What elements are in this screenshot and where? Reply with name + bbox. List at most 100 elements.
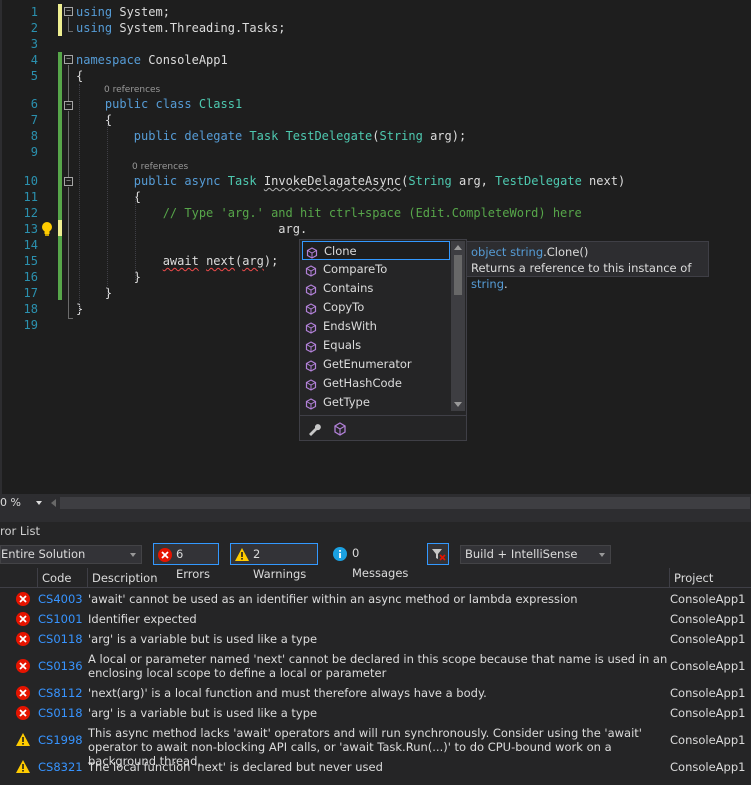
fold-toggle-method[interactable]: − (64, 177, 73, 186)
completion-list[interactable]: Clone CompareTo Contains CopyTo EndsWith Equa… (299, 239, 467, 441)
table-row[interactable]: CS0136 A local or parameter named 'next' … (0, 649, 751, 683)
zoom-level[interactable]: 0 % (0, 494, 21, 512)
method-icon (305, 378, 317, 391)
filter-clear-icon (432, 549, 446, 561)
code-text[interactable]: using System.Threading.Tasks; (76, 20, 286, 36)
panel-splitter[interactable] (0, 512, 751, 522)
error-icon (15, 591, 31, 607)
completion-item[interactable]: GetType (302, 393, 450, 412)
clear-filter-button[interactable] (427, 543, 449, 565)
code-text[interactable]: namespace ConsoleApp1 (76, 52, 228, 68)
table-row[interactable]: CS8112 'next(arg)' is a local function an… (0, 683, 751, 703)
method-filter-icon[interactable] (332, 421, 348, 437)
completion-item[interactable]: Equals (302, 336, 450, 355)
scroll-thumb[interactable] (454, 255, 462, 295)
code-line[interactable]: 6 public class Class1 (0, 96, 751, 112)
column-header-code[interactable]: Code (37, 568, 87, 588)
table-row[interactable]: CS4003 'await' cannot be used as an ident… (0, 589, 751, 609)
table-row[interactable]: CS1001 Identifier expected ConsoleApp1 (0, 609, 751, 629)
fold-toggle-class[interactable]: − (64, 101, 73, 110)
error-project: ConsoleApp1 (670, 686, 746, 700)
indent-guide (135, 196, 136, 280)
completion-scrollbar[interactable] (451, 241, 465, 411)
code-line[interactable]: 8 public delegate Task TestDelegate(Stri… (0, 128, 751, 144)
code-line[interactable]: 4 namespace ConsoleApp1 (0, 52, 751, 68)
error-code-link[interactable]: CS0136 (38, 659, 83, 673)
code-text[interactable]: } (76, 269, 141, 285)
table-row[interactable]: CS0118 'arg' is a variable but is used li… (0, 629, 751, 649)
column-header-description[interactable]: Description (87, 568, 669, 588)
code-line[interactable]: 9 (0, 144, 751, 160)
code-line[interactable]: 3 (0, 36, 751, 52)
code-line[interactable]: 11 { (0, 189, 751, 205)
completion-item[interactable]: Contains (302, 279, 450, 298)
code-text[interactable]: public class Class1 (76, 96, 242, 112)
indent-guide (107, 116, 108, 296)
method-icon (305, 264, 317, 277)
scroll-up-icon[interactable] (454, 245, 462, 250)
table-row[interactable]: CS8321 The local function 'next' is decla… (0, 757, 751, 777)
completion-item[interactable]: CompareTo (302, 260, 450, 279)
error-code-link[interactable]: CS8321 (38, 760, 83, 774)
code-lens-references[interactable]: 0 references (132, 161, 188, 173)
code-text[interactable]: using System; (76, 4, 170, 20)
warning-icon (15, 732, 31, 748)
warning-icon (235, 548, 249, 561)
code-line[interactable]: 1 using System; (0, 4, 751, 20)
error-code-link[interactable]: CS0118 (38, 632, 83, 646)
fold-toggle-namespace[interactable]: − (64, 55, 73, 64)
code-line[interactable]: 12 // Type 'arg.' and hit ctrl+space (Ed… (0, 205, 751, 221)
method-icon (305, 340, 317, 353)
code-text[interactable]: { (76, 68, 83, 84)
code-line[interactable]: 5{ (0, 68, 751, 84)
column-header-project[interactable]: Project (669, 568, 751, 588)
error-description: 'await' cannot be used as an identifier … (88, 592, 578, 606)
code-text[interactable]: public delegate Task TestDelegate(String… (76, 128, 466, 144)
errors-filter-button[interactable]: 6 Errors (153, 543, 219, 581)
code-line[interactable]: 13 arg. (0, 221, 751, 237)
code-text[interactable]: { (76, 189, 141, 205)
wrench-icon[interactable] (306, 421, 322, 437)
error-code-link[interactable]: CS1001 (38, 612, 83, 626)
error-description: A local or parameter named 'next' cannot… (88, 652, 668, 680)
panel-title[interactable]: ror List (0, 522, 40, 540)
completion-item[interactable]: CopyTo (302, 298, 450, 317)
scroll-left-icon[interactable] (51, 499, 56, 507)
fold-toggle-usings[interactable]: − (64, 7, 73, 16)
fold-line-usings (68, 17, 69, 31)
scroll-down-icon[interactable] (454, 402, 462, 407)
code-editor[interactable]: 1 using System; 2 using System.Threading.Ta… (0, 0, 751, 494)
error-code-link[interactable]: CS8112 (38, 686, 83, 700)
table-row[interactable]: CS0118 'arg' is a variable but is used li… (0, 703, 751, 723)
tooltip-desc-link: string (471, 277, 505, 291)
completion-item[interactable]: GetEnumerator (302, 355, 450, 374)
error-project: ConsoleApp1 (670, 706, 746, 720)
lightbulb-icon[interactable] (40, 221, 54, 237)
completion-item[interactable]: Clone (302, 241, 450, 260)
scope-dropdown[interactable]: Entire Solution (0, 545, 142, 564)
code-line[interactable]: 2 using System.Threading.Tasks; (0, 20, 751, 36)
table-row[interactable]: CS1998 This async method lacks 'await' op… (0, 723, 751, 768)
completion-item[interactable]: GetHashCode (302, 374, 450, 393)
error-code-link[interactable]: CS1998 (38, 733, 83, 747)
error-code-link[interactable]: CS0118 (38, 706, 83, 720)
code-text[interactable]: // Type 'arg.' and hit ctrl+space (Edit.… (76, 205, 582, 221)
completion-item-label: Clone (324, 244, 357, 258)
messages-filter-button[interactable]: 0 Messages (330, 543, 416, 580)
error-description: The local function 'next' is declared bu… (88, 760, 383, 774)
code-lens-references[interactable]: 0 references (104, 84, 160, 96)
code-line[interactable]: 7 { (0, 112, 751, 128)
warnings-filter-button[interactable]: 2 Warnings (230, 543, 318, 581)
code-line[interactable]: 10 public async Task InvokeDelagateAsync… (0, 173, 751, 189)
completion-item-label: CopyTo (323, 300, 365, 314)
scope-value: Entire Solution (1, 547, 86, 561)
zoom-dropdown-icon[interactable] (36, 501, 42, 505)
error-code-link[interactable]: CS4003 (38, 592, 83, 606)
completion-item[interactable]: EndsWith (302, 317, 450, 336)
code-text[interactable]: public async Task InvokeDelagateAsync(St… (76, 173, 625, 189)
chevron-down-icon (599, 553, 605, 557)
method-icon (306, 246, 318, 259)
horizontal-scrollbar[interactable] (60, 497, 750, 509)
build-filter-dropdown[interactable]: Build + IntelliSense (460, 545, 611, 564)
code-text[interactable]: arg. (76, 221, 307, 237)
